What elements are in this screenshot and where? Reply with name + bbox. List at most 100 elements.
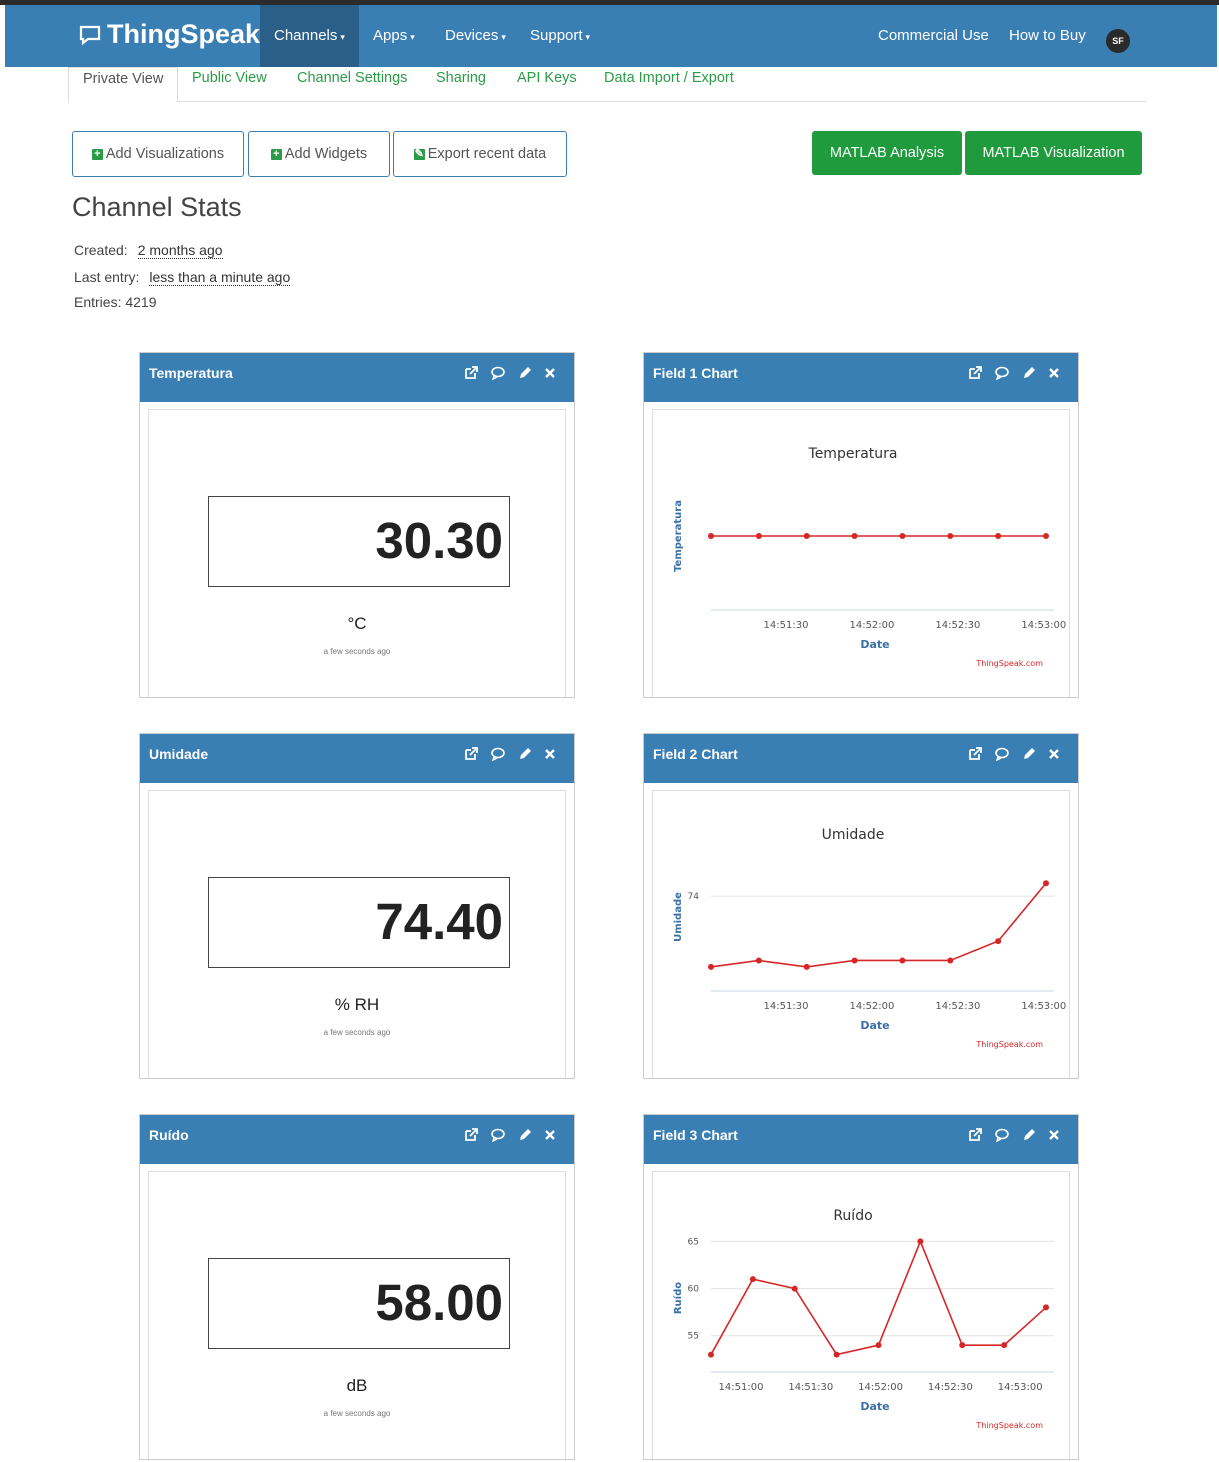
- pencil-icon[interactable]: [1022, 747, 1036, 761]
- external-link-icon[interactable]: [968, 1128, 982, 1142]
- y-tick-label: 74: [688, 892, 700, 902]
- chart-title: Ruído: [833, 1208, 872, 1224]
- nav-commercial-use[interactable]: Commercial Use: [878, 5, 989, 67]
- external-link-icon[interactable]: [968, 366, 982, 380]
- data-point[interactable]: [803, 533, 810, 539]
- pencil-icon[interactable]: [518, 747, 532, 761]
- data-point[interactable]: [803, 963, 810, 970]
- x-tick-label: 14:52:00: [849, 620, 894, 631]
- data-point[interactable]: [749, 1276, 756, 1283]
- close-icon[interactable]: [544, 747, 556, 761]
- chart-credit[interactable]: ThingSpeak.com: [975, 659, 1043, 668]
- data-point[interactable]: [1043, 1304, 1049, 1311]
- tab-channel-settings[interactable]: Channel Settings: [297, 67, 407, 101]
- data-point[interactable]: [899, 957, 906, 964]
- close-icon[interactable]: [544, 1128, 556, 1142]
- widget-controls: [968, 1128, 1060, 1142]
- comment-icon[interactable]: [994, 1128, 1010, 1142]
- widget-header: Umidade: [140, 734, 574, 783]
- nav-channels[interactable]: Channels ▾: [260, 5, 359, 67]
- data-point[interactable]: [947, 957, 954, 964]
- nav-support[interactable]: Support ▾: [530, 5, 590, 67]
- x-tick-label: 14:52:30: [928, 1382, 973, 1393]
- y-tick-label: 65: [688, 1237, 699, 1247]
- data-point[interactable]: [899, 533, 906, 539]
- unit-label: °C: [347, 614, 367, 633]
- close-icon[interactable]: [1048, 747, 1060, 761]
- comment-icon[interactable]: [994, 747, 1010, 761]
- plus-icon: +: [91, 148, 103, 160]
- data-point[interactable]: [833, 1351, 840, 1358]
- data-point[interactable]: [1043, 533, 1049, 539]
- data-point[interactable]: [851, 957, 858, 964]
- close-icon[interactable]: [1048, 1128, 1060, 1142]
- data-point[interactable]: [708, 963, 714, 970]
- pencil-icon[interactable]: [518, 1128, 532, 1142]
- plus-icon: +: [270, 148, 282, 160]
- data-point[interactable]: [959, 1342, 966, 1349]
- pencil-icon[interactable]: [1022, 366, 1036, 380]
- y-axis-label: Temperatura: [673, 500, 684, 572]
- channel-stats-title: Channel Stats: [72, 192, 242, 222]
- data-point[interactable]: [851, 533, 858, 539]
- tab-sharing[interactable]: Sharing: [436, 67, 486, 101]
- data-point[interactable]: [917, 1238, 924, 1245]
- add-visualizations-button[interactable]: + Add Visualizations: [72, 131, 244, 177]
- data-point[interactable]: [708, 533, 714, 539]
- external-link-icon[interactable]: [464, 366, 478, 380]
- nav-apps[interactable]: Apps ▾: [373, 5, 415, 67]
- tab-public-view[interactable]: Public View: [192, 67, 267, 101]
- comment-icon[interactable]: [490, 1128, 506, 1142]
- export-recent-data-button[interactable]: ✎ Export recent data: [393, 131, 567, 177]
- nav-how-to-buy[interactable]: How to Buy: [1009, 5, 1086, 67]
- pencil-icon[interactable]: [518, 366, 532, 380]
- brand-logo[interactable]: ThingSpeak™: [79, 19, 272, 50]
- comment-icon[interactable]: [490, 366, 506, 380]
- data-point[interactable]: [1043, 880, 1049, 887]
- updated-time: a few seconds ago: [323, 647, 391, 656]
- chart-credit[interactable]: ThingSpeak.com: [975, 1421, 1043, 1430]
- comment-icon[interactable]: [490, 747, 506, 761]
- x-tick-label: 14:51:00: [719, 1382, 764, 1393]
- data-point[interactable]: [755, 533, 762, 539]
- tab-private-view[interactable]: Private View: [68, 67, 179, 103]
- close-icon[interactable]: [1048, 366, 1060, 380]
- data-point[interactable]: [947, 533, 954, 539]
- brand-name: ThingSpeak: [107, 19, 261, 49]
- widget-title: Ruído: [149, 1127, 189, 1143]
- chart-credit[interactable]: ThingSpeak.com: [975, 1040, 1043, 1049]
- data-point[interactable]: [995, 938, 1002, 945]
- external-link-icon[interactable]: [464, 1128, 478, 1142]
- data-point[interactable]: [791, 1285, 798, 1292]
- widget-header: Temperatura: [140, 353, 574, 402]
- data-point[interactable]: [755, 957, 762, 964]
- edit-square-icon: ✎: [413, 147, 425, 160]
- widget-title: Umidade: [149, 746, 209, 762]
- add-widgets-button[interactable]: + Add Widgets: [248, 131, 390, 177]
- external-link-icon[interactable]: [968, 747, 982, 761]
- widget-header: Field 1 Chart: [644, 353, 1078, 402]
- data-point[interactable]: [708, 1351, 714, 1358]
- pencil-icon[interactable]: [1022, 1128, 1036, 1142]
- x-tick-label: 14:53:00: [1021, 620, 1066, 631]
- data-point[interactable]: [875, 1342, 882, 1349]
- data-point[interactable]: [995, 533, 1002, 539]
- x-tick-label: 14:51:30: [764, 620, 809, 631]
- y-axis-label: Umidade: [673, 892, 684, 942]
- external-link-icon[interactable]: [464, 747, 478, 761]
- data-point[interactable]: [1001, 1342, 1008, 1349]
- tab-data-import-export[interactable]: Data Import / Export: [604, 67, 734, 101]
- value-display: 74.40: [208, 877, 510, 968]
- nav-devices[interactable]: Devices ▾: [445, 5, 506, 67]
- widget-ruido: Ruído 58.00 dB a few seconds ago: [139, 1114, 575, 1460]
- avatar[interactable]: SF: [1106, 29, 1130, 53]
- matlab-analysis-button[interactable]: MATLAB Analysis: [812, 131, 962, 175]
- matlab-visualization-button[interactable]: MATLAB Visualization: [965, 131, 1142, 175]
- tab-api-keys[interactable]: API Keys: [517, 67, 577, 101]
- close-icon[interactable]: [544, 366, 556, 380]
- chart-title: Umidade: [822, 827, 885, 843]
- chart-body: Ruído 65 60 55 Ruído 14:51:00 14:51:30 14:52:00…: [652, 1171, 1070, 1459]
- comment-icon[interactable]: [994, 366, 1010, 380]
- x-tick-label: 14:52:30: [935, 620, 980, 631]
- updated-time: a few seconds ago: [323, 1409, 391, 1418]
